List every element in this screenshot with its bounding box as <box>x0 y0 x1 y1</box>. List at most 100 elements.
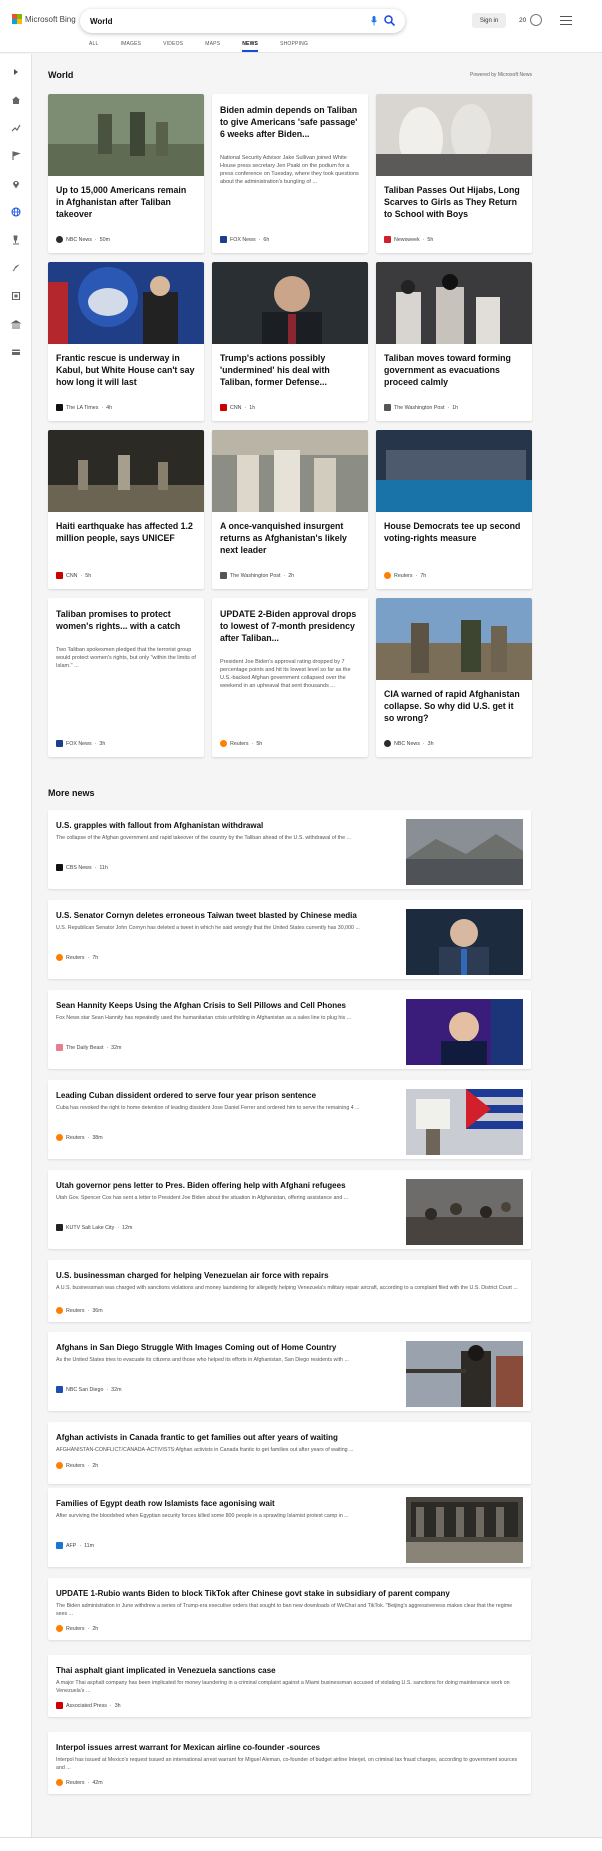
card-title[interactable]: House Democrats tee up second voting-rig… <box>384 520 524 544</box>
news-card[interactable]: House Democrats tee up second voting-rig… <box>376 430 532 589</box>
card-source: The LA Times · 4h <box>56 404 112 411</box>
news-title[interactable]: U.S. grapples with fallout from Afghanis… <box>56 821 263 830</box>
news-description: Utah Gov. Spencer Cox has sent a letter … <box>56 1195 349 1201</box>
news-source: AFP · 11m <box>56 1542 94 1549</box>
tab-images[interactable]: IMAGES <box>121 41 142 47</box>
card-title[interactable]: Up to 15,000 Americans remain in Afghani… <box>56 184 196 220</box>
tab-news[interactable]: NEWS <box>242 41 258 52</box>
news-description: Interpol has issued at Mexico's request … <box>56 1757 518 1771</box>
cnn-logo-icon <box>56 572 63 579</box>
news-title[interactable]: Sean Hannity Keeps Using the Afghan Cris… <box>56 1001 346 1010</box>
page-footer <box>0 1837 602 1851</box>
news-description: The collapse of the Afghan government an… <box>56 835 351 841</box>
globe-icon[interactable] <box>10 206 21 217</box>
powered-by-label: Powered by Microsoft News <box>470 72 532 78</box>
card-source: CNN · 5h <box>56 572 91 579</box>
news-title[interactable]: Interpol issues arrest warrant for Mexic… <box>56 1743 320 1752</box>
flag-icon[interactable] <box>10 150 21 161</box>
reuters-logo-icon <box>56 1625 63 1632</box>
news-source: CBS News · 11h <box>56 864 108 871</box>
news-title[interactable]: U.S. businessman charged for helping Ven… <box>56 1271 329 1280</box>
news-list-item[interactable]: Interpol issues arrest warrant for Mexic… <box>48 1732 531 1794</box>
tab-all[interactable]: ALL <box>89 41 99 47</box>
card-icon[interactable] <box>10 346 21 357</box>
haiti-earthquake-photo <box>48 430 204 512</box>
news-card[interactable]: CIA warned of rapid Afghanistan collapse… <box>376 598 532 757</box>
card-source: Reuters · 5h <box>220 740 262 747</box>
card-title[interactable]: Taliban promises to protect women's righ… <box>56 608 196 632</box>
trophy-icon <box>530 14 543 26</box>
news-title[interactable]: Utah governor pens letter to Pres. Biden… <box>56 1181 346 1190</box>
news-list-item[interactable]: UPDATE 1-Rubio wants Biden to block TikT… <box>48 1578 531 1640</box>
white-house-briefing-photo <box>48 262 204 344</box>
news-description: AFGHANISTAN-CONFLICT/CANADA-ACTIVISTS:Af… <box>56 1447 354 1453</box>
news-list-item[interactable]: U.S. businessman charged for helping Ven… <box>48 1260 531 1322</box>
news-list-item[interactable]: Families of Egypt death row Islamists fa… <box>48 1488 531 1567</box>
news-list-item[interactable]: Sean Hannity Keeps Using the Afghan Cris… <box>48 990 531 1069</box>
search-input[interactable] <box>90 16 340 26</box>
news-title[interactable]: Leading Cuban dissident ordered to serve… <box>56 1091 316 1100</box>
refugee-crowd-photo <box>406 1179 523 1245</box>
news-title[interactable]: UPDATE 1-Rubio wants Biden to block TikT… <box>56 1589 450 1598</box>
card-title[interactable]: A once-vanquished insurgent returns as A… <box>220 520 360 556</box>
location-pin-icon[interactable] <box>10 178 21 189</box>
microsoft-logo-icon <box>12 14 22 24</box>
microscope-icon[interactable] <box>10 234 21 245</box>
card-title[interactable]: Haiti earthquake has affected 1.2 millio… <box>56 520 196 544</box>
daily-beast-logo-icon <box>56 1044 63 1051</box>
microphone-icon[interactable] <box>371 16 377 26</box>
news-card[interactable]: Taliban Passes Out Hijabs, Long Scarves … <box>376 94 532 253</box>
news-card[interactable]: A once-vanquished insurgent returns as A… <box>212 430 368 589</box>
fox-logo-icon <box>56 740 63 747</box>
hamburger-menu-icon[interactable] <box>560 16 572 25</box>
card-title[interactable]: Trump's actions possibly 'undermined' hi… <box>220 352 360 388</box>
news-card[interactable]: Up to 15,000 Americans remain in Afghani… <box>48 94 204 253</box>
news-title[interactable]: Afghan activists in Canada frantic to ge… <box>56 1433 338 1442</box>
news-list-item[interactable]: U.S. Senator Cornyn deletes erroneous Ta… <box>48 900 531 979</box>
news-list-item[interactable]: Thai asphalt giant implicated in Venezue… <box>48 1655 531 1717</box>
news-card[interactable]: UPDATE 2-Biden approval drops to lowest … <box>212 598 368 757</box>
news-list-item[interactable]: Leading Cuban dissident ordered to serve… <box>48 1080 531 1159</box>
trending-icon[interactable] <box>10 122 21 133</box>
card-source: The Washington Post · 1h <box>384 404 458 411</box>
play-icon[interactable] <box>10 66 21 77</box>
news-list-item[interactable]: Afghan activists in Canada frantic to ge… <box>48 1422 531 1484</box>
card-title[interactable]: Frantic rescue is underway in Kabul, but… <box>56 352 196 388</box>
card-title[interactable]: Taliban moves toward forming government … <box>384 352 524 388</box>
news-list-item[interactable]: Utah governor pens letter to Pres. Biden… <box>48 1170 531 1249</box>
news-card[interactable]: Taliban moves toward forming government … <box>376 262 532 421</box>
card-title[interactable]: Biden admin depends on Taliban to give A… <box>220 104 360 140</box>
sign-in-button[interactable]: Sign in <box>472 13 506 28</box>
news-source: NBC San Diego · 32m <box>56 1386 121 1393</box>
home-icon[interactable] <box>10 94 21 105</box>
tab-maps[interactable]: MAPS <box>205 41 220 47</box>
tab-videos[interactable]: VIDEOS <box>163 41 183 47</box>
news-list-item[interactable]: Afghans in San Diego Struggle With Image… <box>48 1332 531 1411</box>
news-title[interactable]: Thai asphalt giant implicated in Venezue… <box>56 1666 276 1675</box>
card-title[interactable]: Taliban Passes Out Hijabs, Long Scarves … <box>384 184 524 220</box>
card-source: FOX News · 3h <box>56 740 105 747</box>
reuters-logo-icon <box>384 572 391 579</box>
news-card[interactable]: Biden admin depends on Taliban to give A… <box>212 94 368 253</box>
bank-icon[interactable] <box>10 318 21 329</box>
film-icon[interactable] <box>10 290 21 301</box>
search-icon[interactable] <box>384 15 395 26</box>
news-list-item[interactable]: U.S. grapples with fallout from Afghanis… <box>48 810 531 889</box>
news-card[interactable]: Frantic rescue is underway in Kabul, but… <box>48 262 204 421</box>
card-source: Reuters · 7h <box>384 572 426 579</box>
search-box <box>80 9 405 33</box>
news-title[interactable]: Families of Egypt death row Islamists fa… <box>56 1499 275 1508</box>
bing-logo[interactable]: Microsoft Bing <box>12 14 76 24</box>
news-title[interactable]: U.S. Senator Cornyn deletes erroneous Ta… <box>56 911 357 920</box>
news-card[interactable]: Trump's actions possibly 'undermined' hi… <box>212 262 368 421</box>
egypt-courtroom-photo <box>406 1497 523 1563</box>
card-title[interactable]: CIA warned of rapid Afghanistan collapse… <box>384 688 524 724</box>
rocket-icon[interactable] <box>10 262 21 273</box>
news-title[interactable]: Afghans in San Diego Struggle With Image… <box>56 1343 336 1352</box>
taliban-leaders-photo <box>376 262 532 344</box>
news-card[interactable]: Haiti earthquake has affected 1.2 millio… <box>48 430 204 589</box>
tab-shopping[interactable]: SHOPPING <box>280 41 308 47</box>
news-card[interactable]: Taliban promises to protect women's righ… <box>48 598 204 757</box>
rewards-button[interactable]: 20 <box>519 14 543 26</box>
card-title[interactable]: UPDATE 2-Biden approval drops to lowest … <box>220 608 360 644</box>
